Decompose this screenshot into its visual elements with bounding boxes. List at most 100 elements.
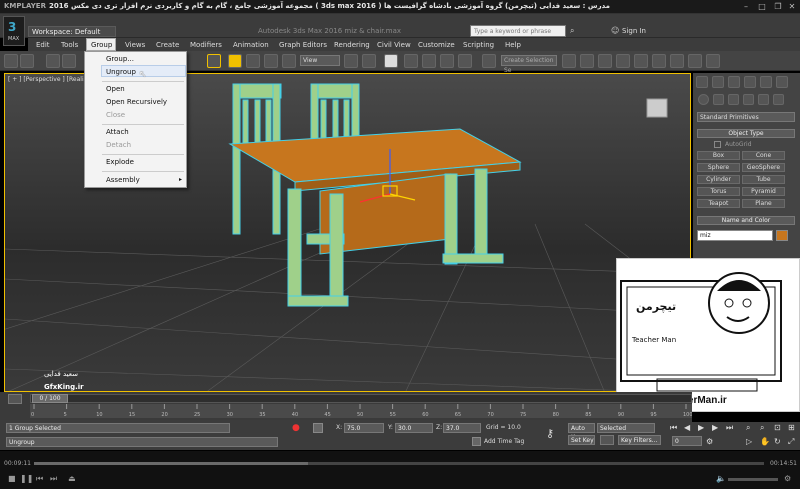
tube-button[interactable]: Tube (742, 175, 785, 184)
menu-help[interactable]: Help (505, 41, 521, 49)
menu-group-ungroup[interactable]: Ungroup (106, 68, 136, 76)
menu-group-open-recursively[interactable]: Open Recursively (106, 98, 167, 106)
restore-icon[interactable]: ❐ (772, 1, 784, 12)
display-tab-icon[interactable] (760, 76, 772, 88)
z-coordinate-input[interactable]: 37.0 (443, 423, 481, 433)
go-to-start-icon[interactable]: ⏮ (670, 423, 677, 433)
y-coordinate-input[interactable]: 30.0 (395, 423, 433, 433)
menu-graph-editors[interactable]: Graph Editors (279, 41, 327, 49)
rendered-frame-icon[interactable] (688, 54, 702, 68)
placement-icon[interactable] (282, 54, 296, 68)
box-button[interactable]: Box (697, 151, 740, 160)
current-frame-input[interactable]: 0 (672, 436, 702, 446)
helpers-icon[interactable] (758, 94, 769, 105)
layer-icon[interactable] (598, 54, 612, 68)
spinner-snap-icon[interactable] (458, 54, 472, 68)
move-icon[interactable] (228, 54, 242, 68)
pyramid-button[interactable]: Pyramid (742, 187, 785, 196)
motion-tab-icon[interactable] (744, 76, 756, 88)
pause-icon[interactable]: ❚❚ (20, 474, 33, 483)
edit-named-selection-icon[interactable] (482, 54, 496, 68)
time-slider-thumb[interactable]: 0 / 100 (32, 394, 68, 403)
schematic-view-icon[interactable] (634, 54, 648, 68)
auto-key-button[interactable]: Auto Key (568, 423, 595, 441)
key-filters-button[interactable]: Key Filters... (618, 435, 661, 445)
zoom-icon[interactable]: ⌕ (746, 423, 750, 433)
cameras-icon[interactable] (743, 94, 754, 105)
hierarchy-tab-icon[interactable] (728, 76, 740, 88)
primitive-type-dropdown[interactable]: Standard Primitives (697, 112, 795, 122)
menu-scripting[interactable]: Scripting (463, 41, 494, 49)
prev-icon[interactable]: ⏮ (36, 474, 43, 484)
object-name-input[interactable]: miz (697, 230, 773, 241)
selected-set-dropdown[interactable]: Selected (597, 423, 655, 433)
align-icon[interactable] (580, 54, 594, 68)
previous-frame-icon[interactable]: ◀ (684, 423, 690, 432)
rotate-icon[interactable] (246, 54, 260, 68)
set-key-button[interactable]: Set Key (568, 435, 595, 445)
zoom-all-icon[interactable]: ⌕ (760, 423, 764, 433)
angle-snap-icon[interactable] (422, 54, 436, 68)
geosphere-button[interactable]: GeoSphere (742, 163, 785, 172)
lock-icon[interactable]: ● (292, 423, 300, 433)
teapot-button[interactable]: Teapot (697, 199, 740, 208)
next-icon[interactable]: ⏭ (50, 474, 57, 484)
autogrid-checkbox[interactable] (714, 141, 721, 148)
menu-group-attach[interactable]: Attach (106, 128, 129, 136)
render-icon[interactable] (706, 54, 720, 68)
select-region-icon[interactable] (207, 54, 221, 68)
keyboard-shortcut-icon[interactable] (384, 54, 398, 68)
menu-views[interactable]: Views (125, 41, 145, 49)
render-setup-icon[interactable] (670, 54, 684, 68)
next-frame-icon[interactable]: ▶ (712, 423, 718, 432)
modify-tab-icon[interactable] (712, 76, 724, 88)
sign-in-button[interactable]: Sign In (622, 27, 646, 35)
time-slider[interactable] (30, 394, 692, 403)
pivot-icon[interactable] (344, 54, 358, 68)
field-of-view-icon[interactable]: ▷ (746, 437, 752, 446)
zoom-extents-all-icon[interactable]: ⊞ (788, 423, 795, 432)
maximize-icon[interactable]: □ (756, 1, 768, 12)
shapes-icon[interactable] (713, 94, 724, 105)
binoculars-icon[interactable]: ⌕ (570, 26, 580, 36)
curve-editor-icon[interactable] (616, 54, 630, 68)
app-menu-button[interactable]: 3 MAX (3, 16, 25, 46)
percent-snap-icon[interactable] (440, 54, 454, 68)
spacewarps-icon[interactable] (773, 94, 784, 105)
scale-icon[interactable] (264, 54, 278, 68)
pan-icon[interactable]: ✋ (760, 437, 770, 446)
cone-button[interactable]: Cone (742, 151, 785, 160)
settings-icon[interactable]: ⚙ (784, 474, 791, 483)
sphere-button[interactable]: Sphere (697, 163, 740, 172)
menu-create[interactable]: Create (156, 41, 179, 49)
menu-group[interactable]: Group (91, 41, 112, 49)
menu-group-group[interactable]: Group... (106, 55, 134, 63)
unlink-icon[interactable] (62, 54, 76, 68)
menu-group-open[interactable]: Open (106, 85, 125, 93)
lights-icon[interactable] (728, 94, 739, 105)
snaps-toggle-icon[interactable] (404, 54, 418, 68)
play-icon[interactable]: ▶ (698, 423, 704, 432)
redo-icon[interactable] (20, 54, 34, 68)
timeline-toggle-icon[interactable] (8, 394, 22, 404)
volume-slider[interactable] (728, 478, 778, 481)
geometry-icon[interactable] (698, 94, 709, 105)
go-to-end-icon[interactable]: ⏭ (726, 423, 733, 433)
orbit-icon[interactable]: ↻ (774, 437, 781, 446)
reference-coordinate-dropdown[interactable]: View (300, 55, 340, 66)
close-icon[interactable]: ✕ (786, 1, 798, 12)
trackbar[interactable]: 0 5 10 15 20 25 30 35 40 45 50 55 60 65 70 75 80 85 90 95 10… (30, 404, 693, 418)
menu-animation[interactable]: Animation (233, 41, 269, 49)
default-in-out-tangents-icon[interactable] (600, 435, 614, 445)
menu-civil-view[interactable]: Civil View (377, 41, 411, 49)
select-manipulate-icon[interactable] (362, 54, 376, 68)
menu-group-assembly[interactable]: Assembly (106, 176, 140, 184)
mirror-icon[interactable] (562, 54, 576, 68)
menu-customize[interactable]: Customize (418, 41, 455, 49)
eject-icon[interactable]: ⏏ (68, 474, 76, 483)
time-tag-icon[interactable] (472, 437, 481, 446)
utilities-tab-icon[interactable] (776, 76, 788, 88)
key-icon[interactable]: ⚷ (546, 427, 554, 440)
menu-group-explode[interactable]: Explode (106, 158, 134, 166)
object-type-rollout[interactable]: Object Type (697, 129, 795, 138)
